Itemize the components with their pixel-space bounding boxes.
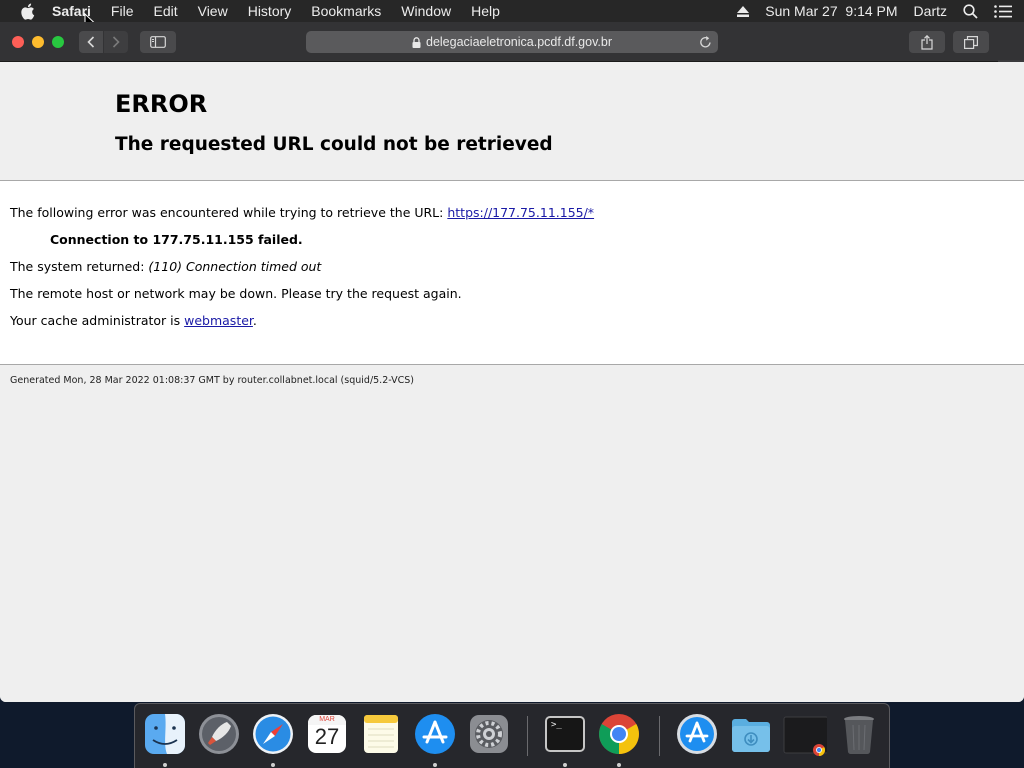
apple-menu-icon[interactable] bbox=[16, 0, 38, 22]
dock-separator bbox=[659, 716, 660, 756]
system-preferences-icon[interactable] bbox=[467, 712, 511, 756]
chevron-right-icon bbox=[112, 36, 120, 48]
system-returned-label: The system returned: bbox=[10, 259, 149, 274]
dock-separator bbox=[527, 716, 528, 756]
error-details: The following error was encountered whil… bbox=[0, 181, 1024, 364]
safari-window: delegaciaeletronica.pcdf.df.gov.br ERROR… bbox=[0, 22, 1024, 702]
page-footer: Generated Mon, 28 Mar 2022 01:08:37 GMT … bbox=[10, 375, 414, 386]
lock-icon bbox=[412, 36, 421, 48]
dock: MAR 27 >_ bbox=[134, 703, 890, 768]
address-bar[interactable]: delegaciaeletronica.pcdf.df.gov.br bbox=[306, 31, 718, 53]
tab-overview-button[interactable] bbox=[953, 31, 989, 53]
forward-button[interactable] bbox=[104, 31, 128, 53]
notes-icon[interactable] bbox=[359, 712, 403, 756]
remote-host-message: The remote host or network may be down. … bbox=[10, 286, 462, 301]
cache-admin-line: Your cache administrator is webmaster. bbox=[10, 313, 257, 328]
terminal-icon[interactable]: >_ bbox=[543, 712, 587, 756]
menu-history[interactable]: History bbox=[248, 3, 292, 19]
back-button[interactable] bbox=[79, 31, 103, 53]
divider bbox=[0, 364, 1024, 365]
connection-failed-message: Connection to 177.75.11.155 failed. bbox=[50, 232, 303, 247]
running-indicator bbox=[617, 763, 621, 767]
applications-folder-icon[interactable] bbox=[675, 712, 719, 756]
page-title: ERROR bbox=[115, 90, 208, 118]
eject-icon[interactable] bbox=[737, 5, 750, 17]
menu-help[interactable]: Help bbox=[471, 3, 500, 19]
tab-overview-icon bbox=[964, 35, 978, 49]
sidebar-icon bbox=[150, 36, 166, 48]
error-header: ERROR The requested URL could not be ret… bbox=[0, 62, 1024, 180]
menu-window[interactable]: Window bbox=[401, 3, 451, 19]
chevron-left-icon bbox=[87, 36, 95, 48]
chrome-window-icon[interactable] bbox=[783, 712, 829, 756]
terminal-prompt: >_ bbox=[551, 720, 562, 730]
sidebar-toggle-button[interactable] bbox=[140, 31, 176, 53]
running-indicator bbox=[563, 763, 567, 767]
trash-icon[interactable] bbox=[837, 712, 881, 756]
calendar-day: 27 bbox=[314, 724, 340, 749]
error-url-link[interactable]: https://177.75.11.155/* bbox=[447, 205, 594, 220]
menu-bar: Safari File Edit View History Bookmarks … bbox=[0, 0, 1024, 31]
notification-center-icon[interactable] bbox=[994, 4, 1012, 18]
browser-toolbar: delegaciaeletronica.pcdf.df.gov.br bbox=[0, 22, 1024, 62]
cache-admin-label: Your cache administrator is bbox=[10, 313, 185, 328]
downloads-folder-icon[interactable] bbox=[729, 712, 773, 756]
running-indicator bbox=[271, 763, 275, 767]
address-bar-url: delegaciaeletronica.pcdf.df.gov.br bbox=[426, 35, 612, 49]
launchpad-icon[interactable] bbox=[197, 712, 241, 756]
chrome-icon[interactable] bbox=[597, 712, 641, 756]
error-url-line: The following error was encountered whil… bbox=[10, 205, 594, 220]
web-page: ERROR The requested URL could not be ret… bbox=[0, 62, 1024, 702]
finder-icon[interactable] bbox=[143, 712, 187, 756]
webmaster-link[interactable]: webmaster bbox=[184, 313, 253, 328]
menu-file[interactable]: File bbox=[111, 3, 134, 19]
share-icon bbox=[921, 34, 933, 50]
menubar-clock[interactable]: Sun Mar 27 9:14 PM bbox=[765, 3, 897, 19]
menu-view[interactable]: View bbox=[198, 3, 228, 19]
window-minimize-button[interactable] bbox=[32, 36, 44, 48]
app-store-icon[interactable] bbox=[413, 712, 457, 756]
safari-icon[interactable] bbox=[251, 712, 295, 756]
running-indicator bbox=[163, 763, 167, 767]
cache-admin-suffix: . bbox=[252, 313, 257, 328]
error-url-text: The following error was encountered whil… bbox=[10, 205, 448, 220]
window-close-button[interactable] bbox=[12, 36, 24, 48]
page-subtitle: The requested URL could not be retrieved bbox=[115, 134, 553, 155]
running-indicator bbox=[433, 763, 437, 767]
menu-edit[interactable]: Edit bbox=[153, 3, 177, 19]
system-returned-error: (110) Connection timed out bbox=[148, 259, 322, 274]
menu-bookmarks[interactable]: Bookmarks bbox=[311, 3, 381, 19]
window-maximize-button[interactable] bbox=[52, 36, 64, 48]
system-returned-line: The system returned: (110) Connection ti… bbox=[10, 259, 321, 274]
menubar-user[interactable]: Dartz bbox=[914, 3, 947, 19]
spotlight-search-icon[interactable] bbox=[963, 3, 978, 19]
calendar-icon[interactable]: MAR 27 bbox=[305, 712, 349, 756]
share-button[interactable] bbox=[909, 31, 945, 53]
reload-icon[interactable] bbox=[699, 35, 712, 52]
calendar-month: MAR bbox=[319, 716, 335, 723]
